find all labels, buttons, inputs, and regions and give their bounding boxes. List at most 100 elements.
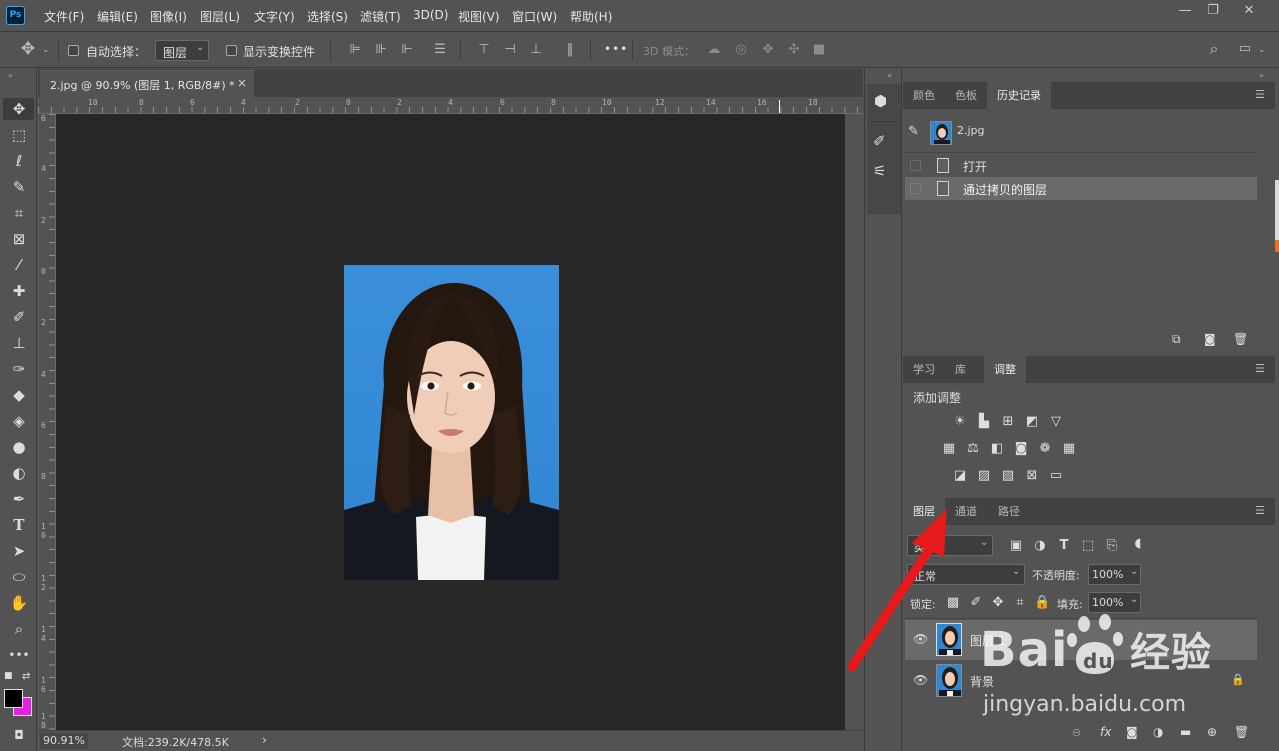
show-transform-checkbox[interactable] [226, 45, 237, 56]
type-tool-icon[interactable]: T [7, 514, 31, 536]
clone-stamp-icon[interactable]: ⊥ [7, 332, 31, 354]
threshold-icon[interactable]: ▧ [1000, 468, 1016, 483]
brush-tool-icon[interactable]: ✐ [7, 306, 31, 328]
history-source-checkbox[interactable] [910, 183, 921, 194]
posterize-icon[interactable]: ▨ [976, 468, 992, 483]
filter-toggle-icon[interactable]: ◖ [1130, 536, 1146, 551]
slide-3d-icon[interactable]: ✣ [785, 42, 803, 58]
align-right-icon[interactable]: ⊩ [400, 42, 414, 58]
history-snapshot-row[interactable]: ✎ 2.jpg [905, 111, 1257, 153]
3d-panel-icon[interactable]: ⬢ [874, 92, 887, 110]
camera-icon[interactable]: ◙ [1204, 332, 1216, 346]
exposure-icon[interactable]: ◩ [1024, 414, 1040, 429]
zoom-tool-icon[interactable]: ⌕ [7, 618, 31, 640]
menu-filter[interactable]: 滤镜(T) [360, 8, 401, 25]
fx-icon[interactable]: fx [1100, 725, 1111, 739]
lasso-tool-icon[interactable]: ℓ [7, 150, 31, 172]
menu-file[interactable]: 文件(F) [44, 8, 84, 25]
portrait-photo[interactable] [344, 265, 559, 580]
healing-brush-icon[interactable]: ✚ [7, 280, 31, 302]
delete-layer-icon[interactable]: 🗑 [1234, 725, 1249, 739]
hue-saturation-icon[interactable]: ▦ [941, 441, 957, 456]
curves-icon[interactable]: ⊞ [1000, 414, 1016, 429]
color-lookup-icon[interactable]: ▦ [1061, 441, 1077, 456]
collapse-icon[interactable]: » [1259, 71, 1264, 80]
auto-select-dropdown[interactable]: 图层 ⌄ [155, 40, 209, 61]
workspace-icon[interactable]: ▭ [1235, 41, 1255, 57]
document-tab[interactable]: 2.jpg @ 90.9% (图层 1, RGB/8#) * × [40, 70, 254, 97]
lock-all-icon[interactable]: 🔒 [1034, 595, 1050, 610]
paint-bucket-icon[interactable]: ◈ [7, 410, 31, 432]
menu-help[interactable]: 帮助(H) [570, 8, 612, 25]
brightness-contrast-icon[interactable]: ☀ [952, 414, 968, 429]
black-white-icon[interactable]: ◧ [989, 441, 1005, 456]
auto-select-checkbox[interactable] [68, 45, 79, 56]
tab-history[interactable]: 历史记录 [987, 82, 1051, 109]
invert-icon[interactable]: ◪ [952, 468, 968, 483]
history-source-checkbox[interactable] [910, 160, 921, 171]
new-document-from-state-icon[interactable]: ⧉ [1172, 332, 1181, 347]
brush-settings-icon[interactable]: ✐ [873, 132, 886, 150]
menu-window[interactable]: 窗口(W) [512, 8, 557, 25]
tab-adjustments[interactable]: 调整 [984, 356, 1026, 383]
link-layers-icon[interactable]: ⊖ [1072, 726, 1081, 739]
align-hcenter-icon[interactable]: ⊪ [374, 42, 388, 58]
swap-colors-icon[interactable]: ⇄ [22, 671, 30, 682]
quick-mask-icon[interactable]: ◘ [7, 724, 31, 746]
status-menu-arrow[interactable]: › [262, 733, 267, 747]
distribute-horizontal-icon[interactable]: ‖ [563, 42, 577, 58]
default-colors-icon[interactable]: ■ [4, 671, 13, 681]
align-bottom-icon[interactable]: ⊥ [529, 42, 543, 58]
foreground-color-swatch[interactable] [4, 689, 23, 708]
vibrance-icon[interactable]: ▽ [1048, 414, 1064, 429]
lock-artboard-icon[interactable]: ⌗ [1012, 595, 1028, 610]
eraser-tool-icon[interactable]: ◆ [7, 384, 31, 406]
menu-select[interactable]: 选择(S) [307, 8, 348, 25]
new-layer-icon[interactable]: ⊕ [1207, 725, 1217, 739]
filter-pixel-icon[interactable]: ▣ [1008, 538, 1024, 553]
orbit-3d-icon[interactable]: ☁ [705, 42, 723, 58]
tab-libraries[interactable]: 库 [945, 356, 976, 383]
move-tool-icon[interactable]: ✥ [7, 98, 31, 120]
properties-icon[interactable]: ⚟ [873, 162, 886, 180]
lock-image-icon[interactable]: ✐ [968, 595, 984, 610]
align-left-icon[interactable]: ⊫ [348, 42, 362, 58]
history-step-selected[interactable]: 通过拷贝的图层 [905, 177, 1257, 200]
menu-image[interactable]: 图像(I) [150, 8, 187, 25]
history-step[interactable]: 打开 [905, 154, 1257, 177]
color-balance-icon[interactable]: ⚖ [965, 441, 981, 456]
lock-position-icon[interactable]: ✥ [990, 595, 1006, 610]
new-adjustment-layer-icon[interactable]: ◑ [1153, 725, 1163, 739]
ellipse-tool-icon[interactable]: ⬭ [7, 566, 31, 588]
distribute-vertical-icon[interactable]: ☰ [432, 42, 448, 58]
crop-tool-icon[interactable]: ⌗ [7, 202, 31, 224]
history-brush-icon[interactable]: ✎ [908, 124, 919, 139]
add-mask-icon[interactable]: ◙ [1126, 725, 1138, 739]
panel-menu-icon[interactable]: ☰ [1255, 362, 1265, 375]
filter-smart-object-icon[interactable]: ⎘ [1104, 538, 1120, 553]
panel-menu-icon[interactable]: ☰ [1255, 504, 1265, 517]
close-tab-icon[interactable]: × [237, 76, 247, 90]
align-top-icon[interactable]: ⊤ [477, 42, 491, 58]
menu-type[interactable]: 文字(Y) [254, 8, 295, 25]
pan-3d-icon[interactable]: ✥ [759, 42, 777, 58]
search-icon[interactable]: ⌕ [1204, 41, 1224, 57]
trash-icon[interactable]: 🗑 [1233, 332, 1248, 346]
tab-paths[interactable]: 路径 [988, 498, 1030, 525]
menu-layer[interactable]: 图层(L) [200, 8, 240, 25]
more-options-button[interactable]: ••• [604, 42, 628, 56]
path-select-icon[interactable]: ➤ [7, 540, 31, 562]
chevron-down-icon[interactable]: ⌄ [1258, 42, 1266, 58]
history-brush-icon[interactable]: ✑ [7, 358, 31, 380]
hand-tool-icon[interactable]: ✋ [7, 592, 31, 614]
maximize-button[interactable]: ❐ [1198, 4, 1228, 20]
pen-tool-icon[interactable]: ✒ [7, 488, 31, 510]
minimize-button[interactable]: — [1170, 4, 1200, 20]
roll-3d-icon[interactable]: ◎ [732, 42, 750, 58]
chevron-down-icon[interactable]: ⌄ [42, 42, 50, 58]
tab-color[interactable]: 颜色 [903, 82, 945, 109]
filter-shape-icon[interactable]: ⬚ [1080, 538, 1096, 553]
gradient-map-icon[interactable]: ▭ [1048, 468, 1064, 483]
filter-adjustment-icon[interactable]: ◑ [1032, 538, 1048, 553]
align-vcenter-icon[interactable]: ⊣ [503, 42, 517, 58]
